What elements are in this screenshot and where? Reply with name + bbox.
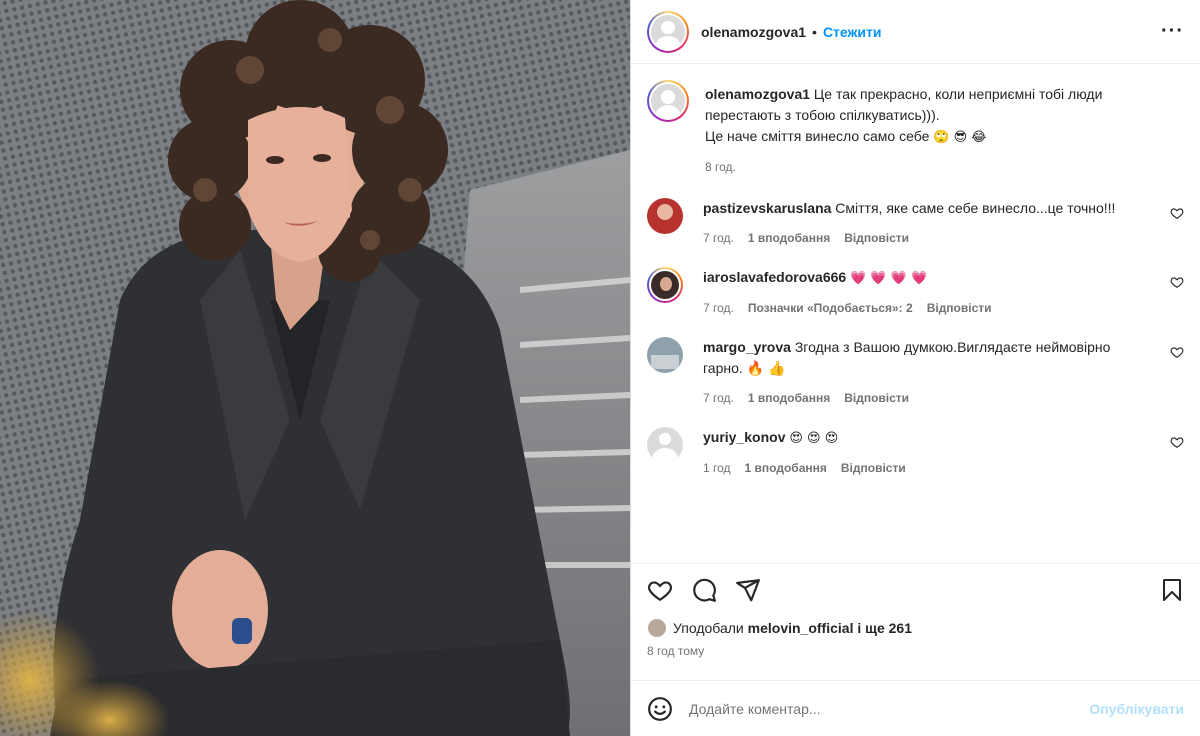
comment-likes[interactable]: 1 вподобання (748, 391, 830, 405)
add-comment-bar: Опублікувати (631, 680, 1200, 736)
comment-time[interactable]: 7 год. (703, 231, 734, 245)
comment-time[interactable]: 7 год. (703, 391, 734, 405)
post-header: olenamozgova1 • Стежити ··· (631, 0, 1200, 64)
caption-text-line2: Це наче сміття винесло само себе (705, 128, 930, 144)
comment-item: iaroslavafedorova666 💗 💗 💗 💗 7 год. Позн… (647, 267, 1184, 315)
comments-list[interactable]: olenamozgova1 Це так прекрасно, коли неп… (631, 64, 1200, 563)
commenter-avatar[interactable] (647, 427, 683, 463)
post-photo[interactable] (0, 0, 630, 736)
comment-item: yuriy_konov 😍 😍 😍 1 год 1 вподобання Від… (647, 427, 1184, 475)
likes-count[interactable]: і ще 261 (857, 620, 912, 636)
post-actions: Уподобали melovin_official і ще 261 8 го… (631, 563, 1200, 668)
liker-avatar[interactable] (647, 618, 667, 638)
author-username[interactable]: olenamozgova1 (701, 24, 806, 40)
reply-button[interactable]: Відповісти (927, 301, 992, 315)
comment-input[interactable] (689, 700, 1090, 717)
reply-button[interactable]: Відповісти (841, 461, 906, 475)
separator-dot: • (812, 23, 817, 40)
likes-prefix: Уподобали (673, 620, 744, 636)
caption-author-avatar[interactable] (647, 80, 689, 122)
commenter-avatar[interactable] (647, 337, 683, 373)
comment-text: 😍 😍 😍 (789, 431, 839, 446)
default-avatar-icon (651, 14, 685, 49)
comment-text: 💗 💗 💗 💗 (850, 271, 928, 286)
caption-time[interactable]: 8 год. (705, 160, 736, 174)
share-icon[interactable] (735, 577, 761, 603)
like-comment-heart-icon[interactable] (1170, 435, 1184, 449)
comment-likes[interactable]: 1 вподобання (745, 461, 827, 475)
commenter-avatar[interactable] (647, 198, 683, 234)
reply-button[interactable]: Відповісти (844, 391, 909, 405)
default-avatar-icon (651, 84, 685, 118)
commenter-username[interactable]: iaroslavafedorova666 (703, 269, 846, 285)
reply-button[interactable]: Відповісти (844, 231, 909, 245)
like-comment-heart-icon[interactable] (1170, 345, 1184, 359)
photo-image (0, 0, 630, 736)
likes-summary: Уподобали melovin_official і ще 261 (647, 616, 1184, 640)
post-comment-button[interactable]: Опублікувати (1089, 701, 1184, 717)
caption-username[interactable]: olenamozgova1 (705, 86, 810, 102)
commenter-username[interactable]: pastizevskaruslana (703, 200, 831, 216)
like-comment-heart-icon[interactable] (1170, 206, 1184, 220)
comment-item: pastizevskaruslana Сміття, яке саме себе… (647, 198, 1184, 245)
bookmark-icon[interactable] (1160, 577, 1184, 603)
comment-likes[interactable]: Позначки «Подобається»: 2 (748, 301, 913, 315)
comment-time[interactable]: 1 год (703, 461, 731, 475)
posted-time[interactable]: 8 год тому (647, 644, 1184, 668)
caption-emojis: 🙄 😎 😂 (933, 130, 987, 145)
commenter-avatar[interactable] (647, 267, 683, 303)
commenter-username[interactable]: yuriy_konov (703, 429, 785, 445)
more-options-icon[interactable]: ··· (1161, 20, 1184, 43)
comment-item: margo_yrova Згодна з Вашою думкою.Вигляд… (647, 337, 1184, 405)
post-details: olenamozgova1 • Стежити ··· olenamozgova… (630, 0, 1200, 736)
emoji-icon[interactable] (647, 696, 673, 722)
post-dialog: olenamozgova1 • Стежити ··· olenamozgova… (0, 0, 1200, 736)
comment-time[interactable]: 7 год. (703, 301, 734, 315)
like-comment-heart-icon[interactable] (1170, 275, 1184, 289)
comment-likes[interactable]: 1 вподобання (748, 231, 830, 245)
post-caption: olenamozgova1 Це так прекрасно, коли неп… (647, 80, 1184, 174)
heart-icon[interactable] (647, 577, 673, 603)
follow-button[interactable]: Стежити (823, 24, 882, 40)
liker-username[interactable]: melovin_official (748, 620, 854, 636)
comment-text: Сміття, яке саме себе винесло...це точно… (835, 200, 1116, 216)
author-avatar[interactable] (647, 10, 689, 53)
commenter-username[interactable]: margo_yrova (703, 339, 791, 355)
comment-icon[interactable] (691, 577, 717, 603)
